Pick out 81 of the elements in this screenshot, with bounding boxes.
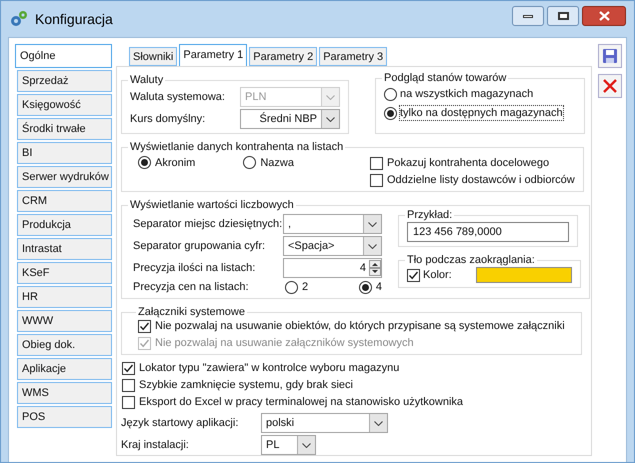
sidebar-item[interactable]: WMS	[17, 382, 112, 404]
radio-button[interactable]	[138, 156, 151, 169]
checkbox-label: Szybkie zamknięcie systemu, gdy brak sieci	[139, 378, 353, 392]
checkbox-label: Lokator typu "zawiera" w kontrolce wyboru magazynu	[139, 361, 400, 375]
color-swatch[interactable]	[476, 267, 572, 283]
tab[interactable]: Parametry 2	[249, 47, 318, 66]
close-icon	[602, 78, 618, 94]
sidebar-item[interactable]: Środki trwałe	[17, 118, 112, 140]
group-title: Przykład:	[406, 208, 454, 222]
tab[interactable]: Parametry 1	[179, 44, 248, 66]
dropdown[interactable]: ,	[283, 214, 382, 234]
save-button[interactable]	[598, 44, 622, 68]
restore-button[interactable]	[547, 6, 579, 26]
group-title: Wyświetlanie danych kontrahenta na listach	[129, 140, 344, 154]
field-label: Kraj instalacji:	[121, 438, 190, 452]
radio-label: na wszystkich magazynach	[400, 87, 534, 101]
checkbox-label: Oddzielne listy dostawców i odbiorców	[387, 173, 575, 187]
sidebar-item[interactable]: BI	[17, 142, 112, 164]
sidebar-item[interactable]: WWW	[17, 310, 112, 332]
radio-button[interactable]	[358, 280, 372, 294]
minimize-button[interactable]	[512, 6, 544, 26]
radio-label: tylko na dostępnych magazynach	[400, 106, 563, 120]
radio-label: 2	[302, 280, 308, 294]
field-label: Separator miejsc dziesiętnych:	[133, 217, 283, 231]
example-field: 123 456 789,0000	[407, 222, 569, 242]
sidebar-item[interactable]: Aplikacje	[17, 358, 112, 380]
sidebar-item[interactable]: Produkcja	[17, 214, 112, 236]
sidebar-item[interactable]: Obieg dok.	[17, 334, 112, 356]
field-label: Język startowy aplikacji:	[121, 416, 240, 430]
group-title: Tło podczas zaokrąglania:	[406, 253, 536, 267]
group-title: Załączniki systemowe	[137, 305, 246, 319]
radio-button[interactable]	[243, 156, 256, 169]
radio-button[interactable]	[384, 88, 397, 100]
radio-button[interactable]	[285, 280, 298, 294]
sidebar-item[interactable]: Ogólne	[15, 44, 112, 68]
tab[interactable]: Parametry 3	[319, 47, 388, 66]
group-title: Waluty	[129, 73, 164, 87]
dropdown[interactable]: <Spacja>	[283, 236, 382, 256]
close-button[interactable]	[582, 6, 626, 26]
radio-label: Nazwa	[260, 156, 294, 170]
window-title: Konfiguracja	[35, 12, 113, 26]
save-icon	[602, 48, 618, 64]
checkbox[interactable]	[370, 156, 383, 170]
cancel-button[interactable]	[598, 74, 622, 98]
dropdown[interactable]: Średni NBP	[240, 109, 340, 129]
checkbox-label: Nie pozwalaj na usuwanie załączników systemowych	[155, 336, 414, 350]
spinner-arrows-icon	[369, 260, 381, 276]
checkbox[interactable]	[122, 362, 135, 374]
checkbox-label: Kolor:	[423, 268, 452, 282]
checkbox[interactable]	[122, 396, 135, 408]
tab[interactable]: Słowniki	[129, 47, 178, 66]
field-label: Precyzja cen na listach:	[133, 280, 250, 294]
radio-label: Akronim	[155, 156, 196, 170]
checkbox-label: Eksport do Excel w pracy terminalowej na stanowisko użytkownika	[139, 395, 464, 409]
sidebar-item[interactable]: Serwer wydruków	[17, 166, 112, 188]
sidebar-item[interactable]: KSeF	[17, 262, 112, 284]
checkbox[interactable]	[370, 174, 383, 186]
radio-button[interactable]	[384, 106, 397, 120]
dropdown[interactable]: PL	[261, 435, 316, 455]
sidebar-item[interactable]: Księgowość	[17, 94, 112, 116]
checkbox[interactable]	[138, 320, 151, 332]
sidebar-item[interactable]: Intrastat	[17, 238, 112, 260]
gears-icon	[9, 10, 29, 28]
group-title: Wyświetlanie wartości liczbowych	[129, 198, 295, 212]
number-field[interactable]: 4	[283, 258, 382, 278]
checkbox-label: Pokazuj kontrahenta docelowego	[387, 156, 550, 170]
group-title: Podgląd stanów towarów	[383, 71, 508, 85]
checkbox-label: Nie pozwalaj na usuwanie obiektów, do których przypisane są systemowe załączniki	[155, 319, 565, 333]
field-label: Precyzja ilości na listach:	[133, 261, 256, 275]
field-label: Waluta systemowa:	[130, 90, 226, 104]
field-label: Separator grupowania cyfr:	[133, 239, 266, 253]
sidebar-item[interactable]: CRM	[17, 190, 112, 212]
checkbox[interactable]	[122, 378, 135, 392]
sidebar-item[interactable]: POS	[17, 406, 112, 428]
radio-label: 4	[376, 280, 382, 294]
checkbox[interactable]	[407, 268, 420, 282]
dropdown[interactable]: polski	[261, 413, 388, 433]
close-icon	[598, 11, 610, 21]
field-label: Kurs domyślny:	[130, 112, 206, 126]
sidebar-item[interactable]: Sprzedaż	[17, 70, 112, 92]
sidebar-item[interactable]: HR	[17, 286, 112, 308]
